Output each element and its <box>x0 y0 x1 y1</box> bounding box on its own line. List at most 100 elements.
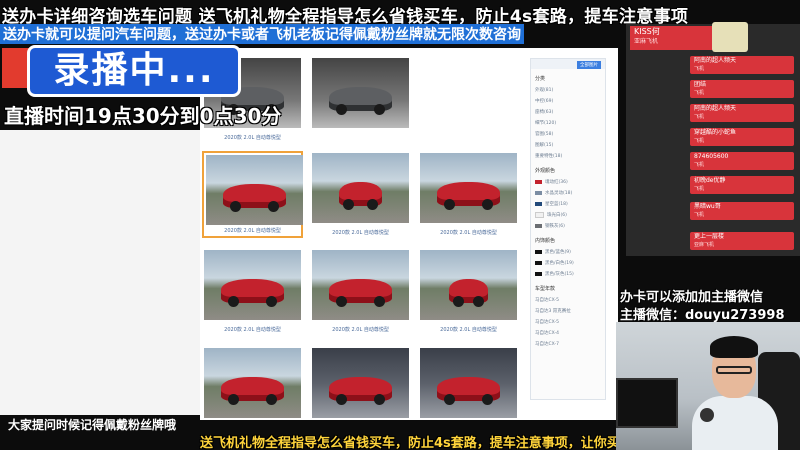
recording-badge: 录播中... <box>27 45 241 97</box>
color-option[interactable]: 魂动红(36) <box>531 176 605 187</box>
gift-banner: 初晚de优静 飞机 <box>690 176 794 194</box>
gift-sender: 黑暗wu哥 <box>694 203 721 210</box>
photo-caption: 2020款 2.0L 自动尊悦型 <box>224 327 281 333</box>
gift-type: 飞机 <box>694 114 705 120</box>
filter-category[interactable]: 官图(58) <box>531 128 605 139</box>
car-photo <box>206 155 303 225</box>
gift-type: 亚麻飞机 <box>694 242 715 248</box>
photo-thumb[interactable]: 2020款 2.0L 自动尊悦型 <box>310 248 411 335</box>
filter-section-title: 分类 <box>535 76 546 82</box>
filter-section-title: 外观颜色 <box>535 168 556 174</box>
interior-option[interactable]: 黑色/白色(19) <box>531 257 605 268</box>
stream-schedule: 直播时间19点30分到0点30分 <box>4 104 282 128</box>
gift-type: 飞机 <box>694 66 705 72</box>
interior-option[interactable]: 黑色/蓝色(9) <box>531 246 605 257</box>
car-interior-photo <box>312 58 409 128</box>
color-swatch <box>535 190 542 195</box>
color-option[interactable]: 水晶灵动(18) <box>531 187 605 198</box>
left-panel <box>0 130 200 415</box>
filter-category[interactable]: 中控(69) <box>531 95 605 106</box>
car-show-photo <box>420 348 517 418</box>
filter-category[interactable]: 座椅(63) <box>531 106 605 117</box>
gift-banner: 团结 飞机 <box>690 80 794 98</box>
gift-sender: 阿南的超人频天 <box>694 57 737 64</box>
color-label: 水晶灵动(18) <box>545 190 573 196</box>
second-ticker: 送办卡就可以提问汽车问题，送过办卡或者飞机老板记得佩戴粉丝牌就无限次数咨询 <box>0 24 524 44</box>
color-swatch <box>535 271 542 276</box>
car-photo <box>312 250 409 320</box>
filter-category[interactable]: 细节(120) <box>531 117 605 128</box>
gift-type: 飞机 <box>694 162 705 168</box>
photo-thumb-selected[interactable]: 2020款 2.0L 自动尊悦型 <box>202 151 303 238</box>
car-photo <box>204 348 301 418</box>
gift-banner: 更上一层楼 亚麻飞机 <box>690 232 794 250</box>
color-swatch <box>535 211 544 218</box>
color-swatch <box>535 223 542 228</box>
gift-sender: 874605600 <box>694 153 729 160</box>
interior-option[interactable]: 黑色/灰色(15) <box>531 268 605 279</box>
gift-type: 飞机 <box>694 138 705 144</box>
gift-banner: 阿南的超人频天 飞机 <box>690 56 794 74</box>
streamer-body <box>692 396 778 450</box>
color-swatch <box>535 260 542 265</box>
filter-category[interactable]: 图解(15) <box>531 139 605 150</box>
gift-banner: 874605600 飞机 <box>690 152 794 170</box>
all-photos-button[interactable]: 全部图片 <box>577 61 601 69</box>
model-link[interactable]: 马自达3 昂克赛拉 <box>531 305 605 316</box>
model-link[interactable]: 马自达CX-7 <box>531 338 605 349</box>
bottom-ticker: 送飞机礼物全程指导怎么省钱买车，防止4s套路，提车注意事项，让你买车无忧 <box>200 436 659 450</box>
car-photo <box>420 250 517 320</box>
model-link[interactable]: 马自达CX-5 <box>531 294 605 305</box>
photo-thumb[interactable] <box>202 346 303 420</box>
model-link[interactable]: 马自达CX-4 <box>531 327 605 338</box>
color-option[interactable]: 钢铁灰(6) <box>531 220 605 231</box>
wechat-id: 主播微信：douyu273998 <box>620 308 785 323</box>
filter-category[interactable]: 重要特性(18) <box>531 150 605 161</box>
photo-caption: 2020款 2.0L 自动尊悦型 <box>224 228 281 234</box>
car-photo <box>204 250 301 320</box>
stream-frame: 2020款 2.0L 自动尊悦型 2020款 2.0L 自动尊悦型 2020款 … <box>0 0 800 450</box>
filter-section-title: 车型年款 <box>535 286 556 292</box>
add-wechat-note: 办卡可以添加加主播微信 <box>620 290 764 305</box>
gift-type: 飞机 <box>694 90 705 96</box>
photo-thumb[interactable]: 2020款 2.0L 自动尊悦型 <box>418 248 519 335</box>
color-label: 钢铁灰(6) <box>545 223 565 229</box>
photo-caption: 2020款 2.0L 自动尊悦型 <box>440 327 497 333</box>
photo-thumb[interactable]: 2020款 2.0L 自动尊悦型 <box>202 248 303 335</box>
streamer-hair <box>710 336 758 358</box>
filter-category[interactable]: 外观(81) <box>531 84 605 95</box>
color-label: 星空蓝(18) <box>545 201 568 207</box>
color-label: 珠光白(6) <box>547 212 567 218</box>
microphone-icon <box>700 408 714 422</box>
photo-thumb[interactable]: 2020款 2.0L 自动尊悦型 <box>310 151 411 238</box>
gift-sender: 阿南的超人频天 <box>694 105 737 112</box>
color-label: 魂动红(36) <box>545 179 568 185</box>
photo-thumb[interactable] <box>310 56 411 143</box>
photo-thumb[interactable]: 2020款 2.0L 自动尊悦型 <box>418 151 519 238</box>
color-option[interactable]: 星空蓝(18) <box>531 198 605 209</box>
filter-section-title: 内饰颜色 <box>535 238 556 244</box>
color-swatch <box>535 179 542 184</box>
gift-type: 飞机 <box>694 212 705 218</box>
interior-label: 黑色/蓝色(9) <box>545 249 571 255</box>
photo-caption: 2020款 2.0L 自动尊悦型 <box>332 230 389 236</box>
streamer-webcam <box>616 322 800 450</box>
color-option[interactable]: 珠光白(6) <box>531 209 605 220</box>
car-photo <box>420 153 517 223</box>
photo-caption: 2020款 2.0L 自动尊悦型 <box>224 135 281 141</box>
car-show-photo <box>312 348 409 418</box>
color-swatch <box>535 201 542 206</box>
monitor-icon <box>616 378 678 428</box>
photo-thumb[interactable] <box>418 346 519 420</box>
gift-sender: 穿越酷的小蛇鱼 <box>694 129 737 136</box>
gift-banner: 黑暗wu哥飞机 <box>690 202 794 220</box>
model-link[interactable]: 马自达CX-5 <box>531 316 605 327</box>
gift-type: 飞机 <box>694 186 705 192</box>
color-swatch <box>535 249 542 254</box>
interior-label: 黑色/灰色(15) <box>545 271 574 277</box>
recording-tag-decor <box>2 48 30 88</box>
photo-thumb[interactable] <box>310 346 411 420</box>
question-hint: 大家提问时候记得佩戴粉丝牌哦 <box>8 418 177 432</box>
photo-caption: 2020款 2.0L 自动尊悦型 <box>440 230 497 236</box>
glasses-icon <box>716 366 752 374</box>
